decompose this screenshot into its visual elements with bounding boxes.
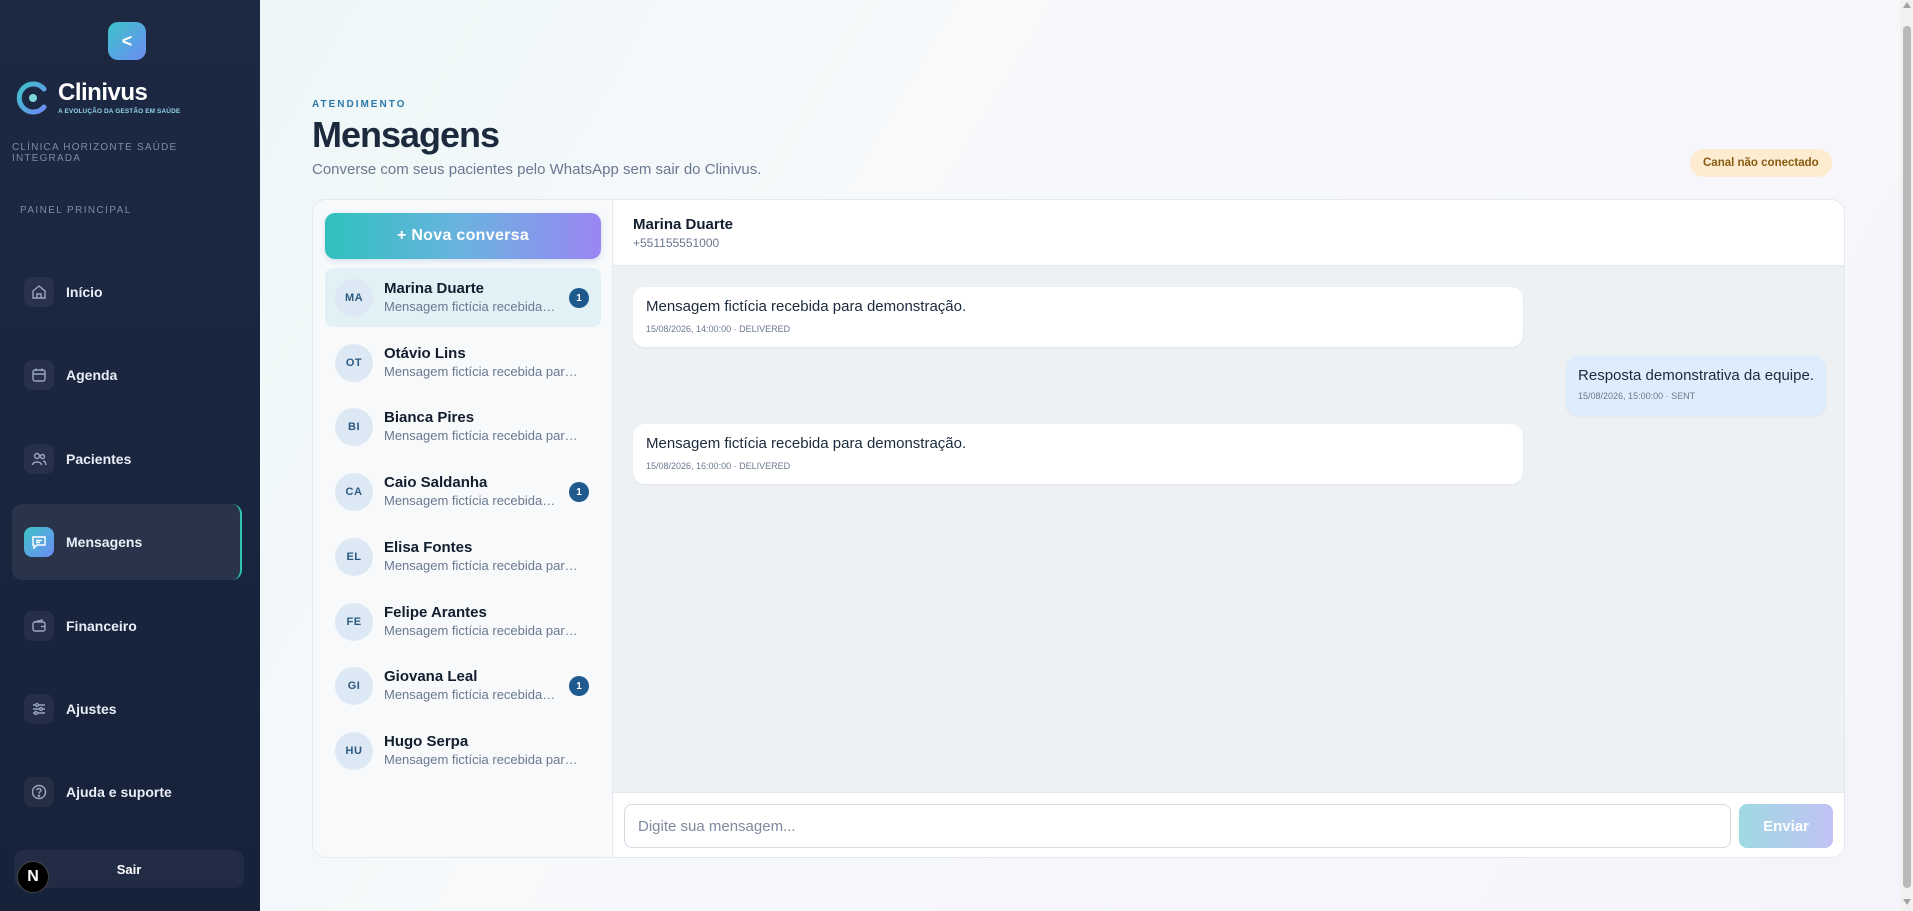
chat-contact-phone: +551155551000: [633, 236, 720, 250]
page-subtitle: Converse com seus pacientes pelo WhatsAp…: [312, 161, 762, 178]
conversation-item[interactable]: GI Giovana Leal Mensagem fictícia recebi…: [325, 656, 601, 715]
conversation-preview: Mensagem fictícia recebida para demonstr…: [384, 752, 579, 767]
conversation-name: Hugo Serpa: [384, 733, 469, 750]
sidebar-item-label: Ajuda e suporte: [66, 784, 172, 800]
scroll-up-arrow-icon[interactable]: [1903, 2, 1911, 8]
message-meta: 15/08/2026, 16:00:00 · DELIVERED: [646, 461, 791, 471]
avatar: FE: [335, 603, 373, 641]
conversation-preview: Mensagem fictícia recebida para demonstr…: [384, 687, 558, 702]
page-scrollbar[interactable]: [1900, 0, 1913, 911]
conversation-preview: Mensagem fictícia recebida para demonstr…: [384, 558, 579, 573]
send-button[interactable]: Enviar: [1739, 804, 1833, 848]
message-text: Mensagem fictícia recebida para demonstr…: [646, 435, 967, 452]
section-label: PAINEL PRINCIPAL: [20, 205, 132, 216]
conversation-list: + Nova conversa MA Marina Duarte Mensage…: [313, 200, 613, 857]
help-icon: [24, 777, 54, 807]
clinivus-logo-icon: [16, 81, 47, 115]
message-thread[interactable]: Mensagem fictícia recebida para demonstr…: [613, 266, 1844, 792]
conversation-name: Giovana Leal: [384, 668, 478, 685]
brand-name: Clinivus: [58, 79, 148, 106]
unread-badge: 1: [569, 676, 589, 696]
conversation-item[interactable]: EL Elisa Fontes Mensagem fictícia recebi…: [325, 527, 601, 586]
avatar: OT: [335, 344, 373, 382]
scroll-thumb[interactable]: [1903, 26, 1911, 888]
conversation-item[interactable]: FE Felipe Arantes Mensagem fictícia rece…: [325, 592, 601, 651]
conversation-name: Otávio Lins: [384, 345, 466, 362]
sidebar-item-inicio[interactable]: Início: [12, 254, 242, 330]
message-bubble-incoming: Mensagem fictícia recebida para demonstr…: [633, 287, 1523, 347]
sidebar-item-label: Agenda: [66, 367, 118, 383]
sidebar-item-label: Ajustes: [66, 701, 117, 717]
message-composer: Enviar: [613, 792, 1844, 857]
avatar: HU: [335, 732, 373, 770]
conversation-preview: Mensagem fictícia recebida para demonstr…: [384, 364, 579, 379]
conversation-item[interactable]: CA Caio Saldanha Mensagem fictícia receb…: [325, 462, 601, 521]
avatar: MA: [335, 279, 373, 317]
conversation-name: Felipe Arantes: [384, 604, 487, 621]
avatar: BI: [335, 408, 373, 446]
message-meta: 15/08/2026, 14:00:00 · DELIVERED: [646, 324, 791, 334]
avatar: EL: [335, 538, 373, 576]
clinic-name: CLÍNICA HORIZONTE SAÚDE INTEGRADA: [12, 142, 178, 164]
avatar: CA: [335, 473, 373, 511]
message-icon: [24, 527, 54, 557]
scroll-down-arrow-icon[interactable]: [1903, 899, 1911, 905]
message-bubble-incoming: Mensagem fictícia recebida para demonstr…: [633, 424, 1523, 484]
avatar: GI: [335, 667, 373, 705]
logout-button[interactable]: Sair: [14, 850, 244, 888]
conversation-name: Marina Duarte: [384, 280, 485, 297]
conversation-item[interactable]: OT Otávio Lins Mensagem fictícia recebid…: [325, 333, 601, 392]
message-input[interactable]: [624, 804, 1731, 848]
conversation-name: Caio Saldanha: [384, 474, 488, 491]
message-text: Mensagem fictícia recebida para demonstr…: [646, 298, 967, 315]
sidebar-item-ajustes[interactable]: Ajustes: [12, 671, 242, 747]
chat-header: Marina Duarte +551155551000: [613, 200, 1844, 266]
message-text: Resposta demonstrativa da equipe.: [1578, 367, 1814, 384]
sidebar-item-label: Financeiro: [66, 618, 137, 634]
sidebar-item-label: Pacientes: [66, 451, 132, 467]
page-title: Mensagens: [312, 114, 500, 155]
sidebar-item-pacientes[interactable]: Pacientes: [12, 421, 242, 497]
channel-status-badge: Canal não conectado: [1690, 149, 1832, 177]
dev-tools-badge[interactable]: N: [17, 861, 49, 893]
messages-panel: + Nova conversa MA Marina Duarte Mensage…: [312, 199, 1845, 858]
users-icon: [24, 444, 54, 474]
home-icon: [24, 277, 54, 307]
conversation-item[interactable]: MA Marina Duarte Mensagem fictícia receb…: [325, 268, 601, 327]
conversation-preview: Mensagem fictícia recebida para demonstr…: [384, 623, 579, 638]
conversation-name: Bianca Pires: [384, 409, 475, 426]
unread-badge: 1: [569, 482, 589, 502]
collapse-sidebar-button[interactable]: <: [108, 22, 146, 60]
chat-contact-name: Marina Duarte: [633, 216, 734, 233]
sidebar-item-label: Início: [66, 284, 103, 300]
message-bubble-outgoing: Resposta demonstrativa da equipe. 15/08/…: [1566, 356, 1826, 416]
conversation-preview: Mensagem fictícia recebida para demonstr…: [384, 299, 558, 314]
sliders-icon: [24, 694, 54, 724]
new-conversation-button[interactable]: + Nova conversa: [325, 213, 601, 259]
wallet-icon: [24, 611, 54, 641]
calendar-icon: [24, 360, 54, 390]
brand-logo: Clinivus A EVOLUÇÃO DA GESTÃO EM SAÚDE: [16, 80, 180, 116]
conversation-name: Elisa Fontes: [384, 539, 473, 556]
conversation-item[interactable]: BI Bianca Pires Mensagem fictícia recebi…: [325, 397, 601, 456]
sidebar-item-financeiro[interactable]: Financeiro: [12, 588, 242, 664]
chat-area: Marina Duarte +551155551000 Mensagem fic…: [613, 200, 1844, 857]
sidebar-item-agenda[interactable]: Agenda: [12, 337, 242, 413]
chevron-left-icon: <: [121, 30, 133, 51]
message-meta: 15/08/2026, 15:00:00 · SENT: [1578, 391, 1696, 401]
sidebar-item-label: Mensagens: [66, 534, 143, 550]
sidebar-item-mensagens[interactable]: Mensagens: [12, 504, 242, 580]
sidebar: < Clinivus A EVOLUÇÃO DA GESTÃO EM SAÚDE…: [0, 0, 260, 911]
unread-badge: 1: [569, 288, 589, 308]
conversation-preview: Mensagem fictícia recebida para demonstr…: [384, 493, 558, 508]
conversation-item[interactable]: HU Hugo Serpa Mensagem fictícia recebida…: [325, 721, 601, 780]
conversation-preview: Mensagem fictícia recebida para demonstr…: [384, 428, 579, 443]
sidebar-item-ajuda[interactable]: Ajuda e suporte: [12, 754, 242, 830]
brand-tagline: A EVOLUÇÃO DA GESTÃO EM SAÚDE: [58, 108, 181, 115]
page-eyebrow: ATENDIMENTO: [312, 99, 407, 110]
